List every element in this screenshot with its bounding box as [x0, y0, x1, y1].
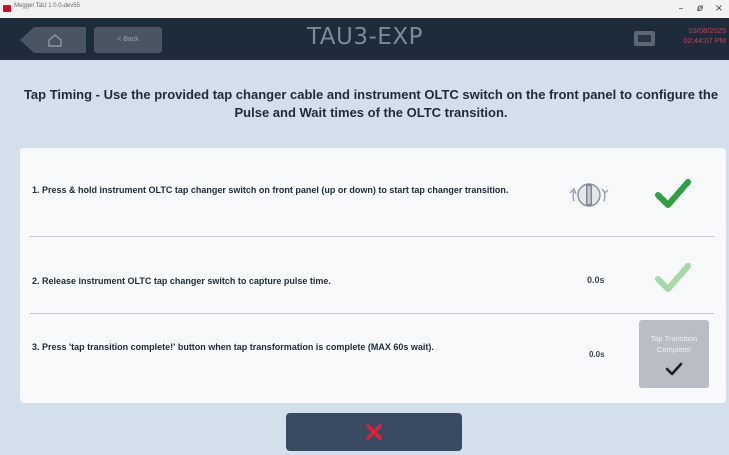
- instruction-heading: Tap Timing - Use the provided tap change…: [23, 87, 719, 120]
- app-header: < Back TAU3-EXP 03/08/2025 02:44:07 PM: [0, 18, 729, 60]
- minimize-button[interactable]: –: [672, 1, 690, 17]
- home-icon: [48, 34, 62, 47]
- cancel-button[interactable]: [286, 413, 462, 451]
- divider: [30, 236, 714, 237]
- device-icon[interactable]: [634, 31, 655, 46]
- checkmark-icon: [665, 362, 683, 376]
- date-text: 03/08/2025: [688, 26, 726, 35]
- step-2-checkmark-icon: [655, 263, 691, 292]
- wait-time-value: 0.0s: [589, 350, 605, 359]
- maximize-button[interactable]: ø: [691, 1, 709, 17]
- steps-panel: 1. Press & hold instrument OLTC tap chan…: [20, 148, 726, 403]
- close-icon: [366, 424, 382, 440]
- window-title: Megger TaU 1.0.0-dev55: [14, 3, 80, 9]
- step-1-text: 1. Press & hold instrument OLTC tap chan…: [32, 185, 509, 195]
- tap-transition-complete-button[interactable]: Tap Transition Complete!: [639, 320, 709, 388]
- home-button[interactable]: [20, 27, 86, 53]
- step-2-text: 2. Release instrument OLTC tap changer s…: [32, 276, 331, 286]
- page-title: TAU3-EXP: [307, 24, 423, 50]
- step-3-text: 3. Press 'tap transition complete!' butt…: [32, 342, 434, 352]
- window-titlebar: Megger TaU 1.0.0-dev55 – ø ×: [0, 0, 729, 18]
- back-button[interactable]: < Back: [94, 27, 162, 53]
- app-logo-icon: [3, 5, 11, 12]
- rotary-switch-icon: [569, 183, 609, 207]
- tap-transition-complete-label: Tap Transition Complete!: [650, 334, 698, 354]
- step-1-checkmark-icon: [655, 179, 691, 208]
- time-text: 02:44:07 PM: [683, 36, 726, 45]
- close-window-button[interactable]: ×: [710, 1, 728, 17]
- datetime-display: 03/08/2025 02:44:07 PM: [662, 26, 726, 46]
- pulse-time-value: 0.0s: [587, 275, 605, 285]
- divider: [30, 313, 714, 314]
